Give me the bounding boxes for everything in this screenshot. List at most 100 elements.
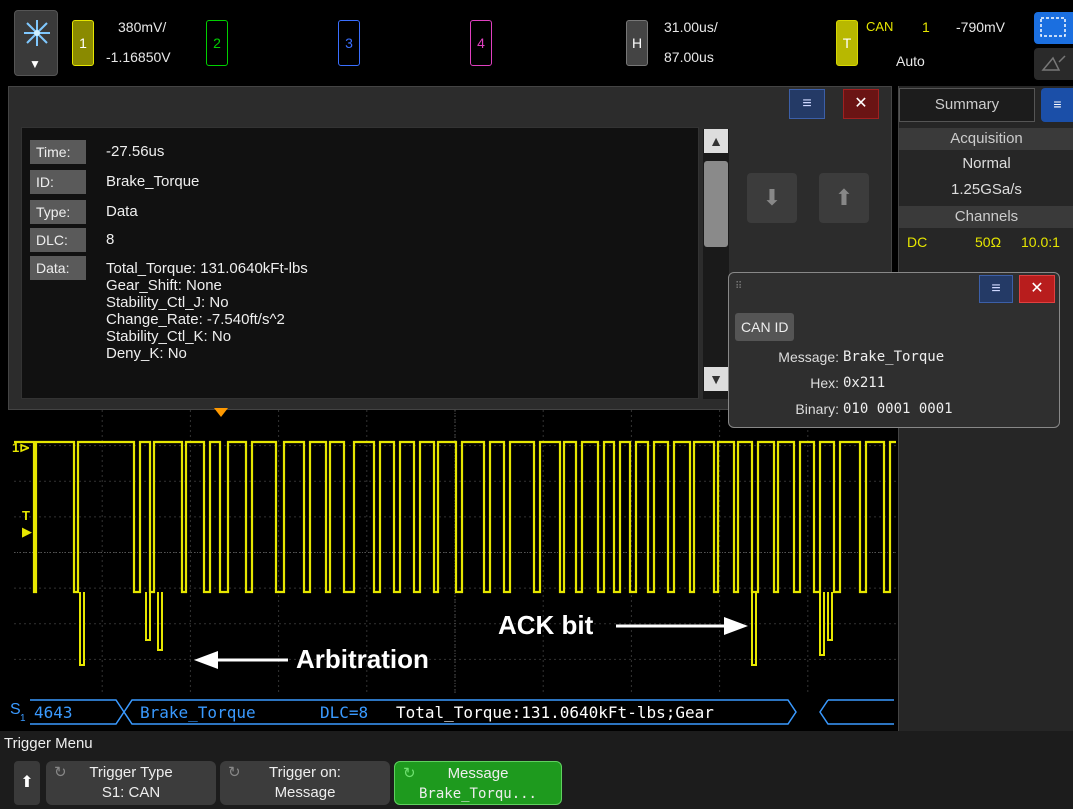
dominant-bit-spike bbox=[79, 592, 85, 666]
previous-frame-button[interactable]: ⬆ bbox=[819, 173, 869, 223]
acquisition-header: Acquisition bbox=[899, 128, 1073, 150]
trigger-level: -790mV bbox=[956, 19, 1006, 35]
ch1-probe: 10.0:1 bbox=[1021, 234, 1060, 250]
scroll-down-icon[interactable]: ▼ bbox=[704, 367, 728, 391]
horizontal-button[interactable]: H bbox=[626, 20, 648, 66]
scroll-thumb[interactable] bbox=[704, 161, 728, 247]
top-status-bar: ▼ 1 380mV/ -1.16850V 2 3 4 H 31.00us/ 87… bbox=[0, 0, 1073, 86]
channel4-label: 4 bbox=[477, 35, 485, 51]
arrow-left-icon bbox=[194, 651, 288, 669]
arrow-down-icon: ⬇ bbox=[762, 185, 782, 210]
menu-icon: ≡ bbox=[802, 95, 812, 112]
ch1-coupling: DC bbox=[907, 234, 928, 250]
message-softkey-value: Brake_Torqu... bbox=[418, 786, 537, 802]
channel1-ground-marker[interactable]: 1⊳ bbox=[12, 440, 30, 456]
agilent-spark-icon bbox=[24, 20, 50, 46]
measure-cursor-button[interactable] bbox=[1034, 48, 1073, 80]
drag-handle-icon[interactable]: ⠿ bbox=[735, 281, 742, 292]
lister-menu-button[interactable]: ≡ bbox=[789, 89, 825, 119]
data-line: Stability_Ctl_K: No bbox=[106, 328, 232, 345]
time-label: Time: bbox=[30, 140, 86, 164]
can-id-popup: ⠿ ≡ ✕ CAN ID Message: Brake_Torque Hex: … bbox=[728, 272, 1060, 428]
channel2-button[interactable]: 2 bbox=[206, 20, 228, 66]
channel1-trace bbox=[14, 440, 896, 594]
agilent-logo-button[interactable]: ▼ bbox=[14, 10, 58, 76]
acquisition-mode: Normal bbox=[962, 155, 1011, 172]
menu-back-button[interactable]: ⬆ bbox=[14, 761, 40, 805]
channel4-button[interactable]: 4 bbox=[470, 20, 492, 66]
data-line: Total_Torque: 131.0640kFt-lbs bbox=[106, 260, 308, 277]
popup-close-button[interactable]: ✕ bbox=[1019, 275, 1055, 303]
waveform-display[interactable] bbox=[14, 410, 896, 695]
trigger-label: T bbox=[842, 35, 852, 51]
next-frame-button[interactable]: ⬇ bbox=[747, 173, 797, 223]
decode-id-value: 4643 bbox=[34, 703, 73, 722]
channel2-label: 2 bbox=[213, 35, 221, 51]
data-line: Gear_Shift: None bbox=[106, 277, 222, 294]
trigger-button[interactable]: T bbox=[836, 20, 858, 66]
menu-icon: ≡ bbox=[991, 280, 1001, 297]
data-signal-list: Total_Torque: 131.0640kFt-lbs Gear_Shift… bbox=[106, 260, 308, 362]
tab-summary[interactable]: Summary bbox=[899, 88, 1035, 122]
dominant-bit-spike bbox=[827, 592, 833, 641]
hex-value: 0x211 bbox=[843, 375, 886, 391]
type-label: Type: bbox=[30, 200, 86, 224]
zoom-select-button[interactable] bbox=[1034, 12, 1073, 44]
trigger-source: CAN bbox=[866, 19, 894, 34]
detail-scrollbar[interactable]: ▲ ▼ bbox=[703, 129, 729, 399]
trigger-on-value: Message bbox=[274, 784, 336, 801]
chevron-down-icon: ▼ bbox=[29, 57, 41, 71]
time-value: -27.56us bbox=[106, 143, 165, 160]
rotate-knob-icon: ↻ bbox=[228, 764, 241, 781]
trigger-level-marker[interactable]: T bbox=[22, 508, 30, 523]
delta-wave-icon bbox=[1041, 55, 1066, 71]
popup-menu-button[interactable]: ≡ bbox=[979, 275, 1013, 303]
menu-title: Trigger Menu bbox=[4, 735, 93, 752]
data-line: Deny_K: No bbox=[106, 345, 187, 362]
summary-menu-button[interactable]: ≡ bbox=[1041, 88, 1073, 122]
lister-close-button[interactable]: ✕ bbox=[843, 89, 879, 119]
dominant-bit-spike bbox=[157, 592, 163, 651]
dominant-bit-spike bbox=[145, 592, 151, 641]
sample-rate: 1.25GSa/s bbox=[951, 181, 1022, 198]
channel3-label: 3 bbox=[345, 35, 353, 51]
serial-index: 1 bbox=[20, 713, 26, 724]
channel1-button[interactable]: 1 bbox=[72, 20, 94, 66]
trigger-type-softkey[interactable]: ↻ Trigger Type S1: CAN bbox=[46, 761, 216, 805]
dominant-bit-spike bbox=[819, 592, 825, 656]
message-softkey[interactable]: ↻ Message Brake_Torqu... bbox=[394, 761, 562, 805]
horizontal-label: H bbox=[631, 35, 643, 51]
trigger-menu: Trigger Menu ⬆ ↻ Trigger Type S1: CAN ↻ … bbox=[0, 731, 1073, 809]
trigger-channel: 1 bbox=[922, 19, 930, 35]
horizontal-scale: 31.00us/ bbox=[664, 19, 718, 35]
serial-decode-bar[interactable]: S 1 4643 Brake_Torque DLC=8 Total_Torque… bbox=[0, 697, 898, 731]
scroll-up-icon[interactable]: ▲ bbox=[704, 129, 728, 153]
horizontal-delay: 87.00us bbox=[664, 49, 714, 65]
ch1-impedance: 50Ω bbox=[975, 234, 1002, 250]
close-icon: ✕ bbox=[854, 95, 868, 112]
channel3-button[interactable]: 3 bbox=[338, 20, 360, 66]
trigger-position-marker[interactable] bbox=[214, 408, 228, 417]
arrow-up-icon: ⬆ bbox=[834, 185, 854, 210]
trigger-type-value: S1: CAN bbox=[101, 784, 161, 801]
rotate-knob-icon: ↻ bbox=[403, 765, 416, 782]
arrow-up-icon: ⬆ bbox=[20, 774, 34, 791]
channel1-offset: -1.16850V bbox=[106, 49, 171, 65]
decode-frame-id: Brake_Torque bbox=[140, 703, 256, 722]
dlc-value: 8 bbox=[106, 231, 115, 248]
type-value: Data bbox=[106, 203, 138, 220]
frame-detail-pane: Time: -27.56us ID: Brake_Torque Type: Da… bbox=[21, 127, 699, 399]
can-id-button[interactable]: CAN ID bbox=[735, 313, 795, 341]
data-line: Change_Rate: -7.540ft/s^2 bbox=[106, 311, 285, 328]
binary-label: Binary: bbox=[795, 401, 839, 417]
channel1-label: 1 bbox=[79, 35, 87, 51]
id-value: Brake_Torque bbox=[106, 173, 200, 190]
trigger-mode: Auto bbox=[896, 53, 925, 69]
trigger-on-softkey[interactable]: ↻ Trigger on: Message bbox=[220, 761, 390, 805]
menu-icon: ≡ bbox=[1053, 96, 1062, 112]
message-label: Message: bbox=[778, 349, 839, 365]
rotate-knob-icon: ↻ bbox=[54, 764, 67, 781]
channel1-scale: 380mV/ bbox=[118, 19, 167, 35]
arrow-right-icon bbox=[616, 617, 748, 635]
graticule bbox=[14, 410, 896, 695]
